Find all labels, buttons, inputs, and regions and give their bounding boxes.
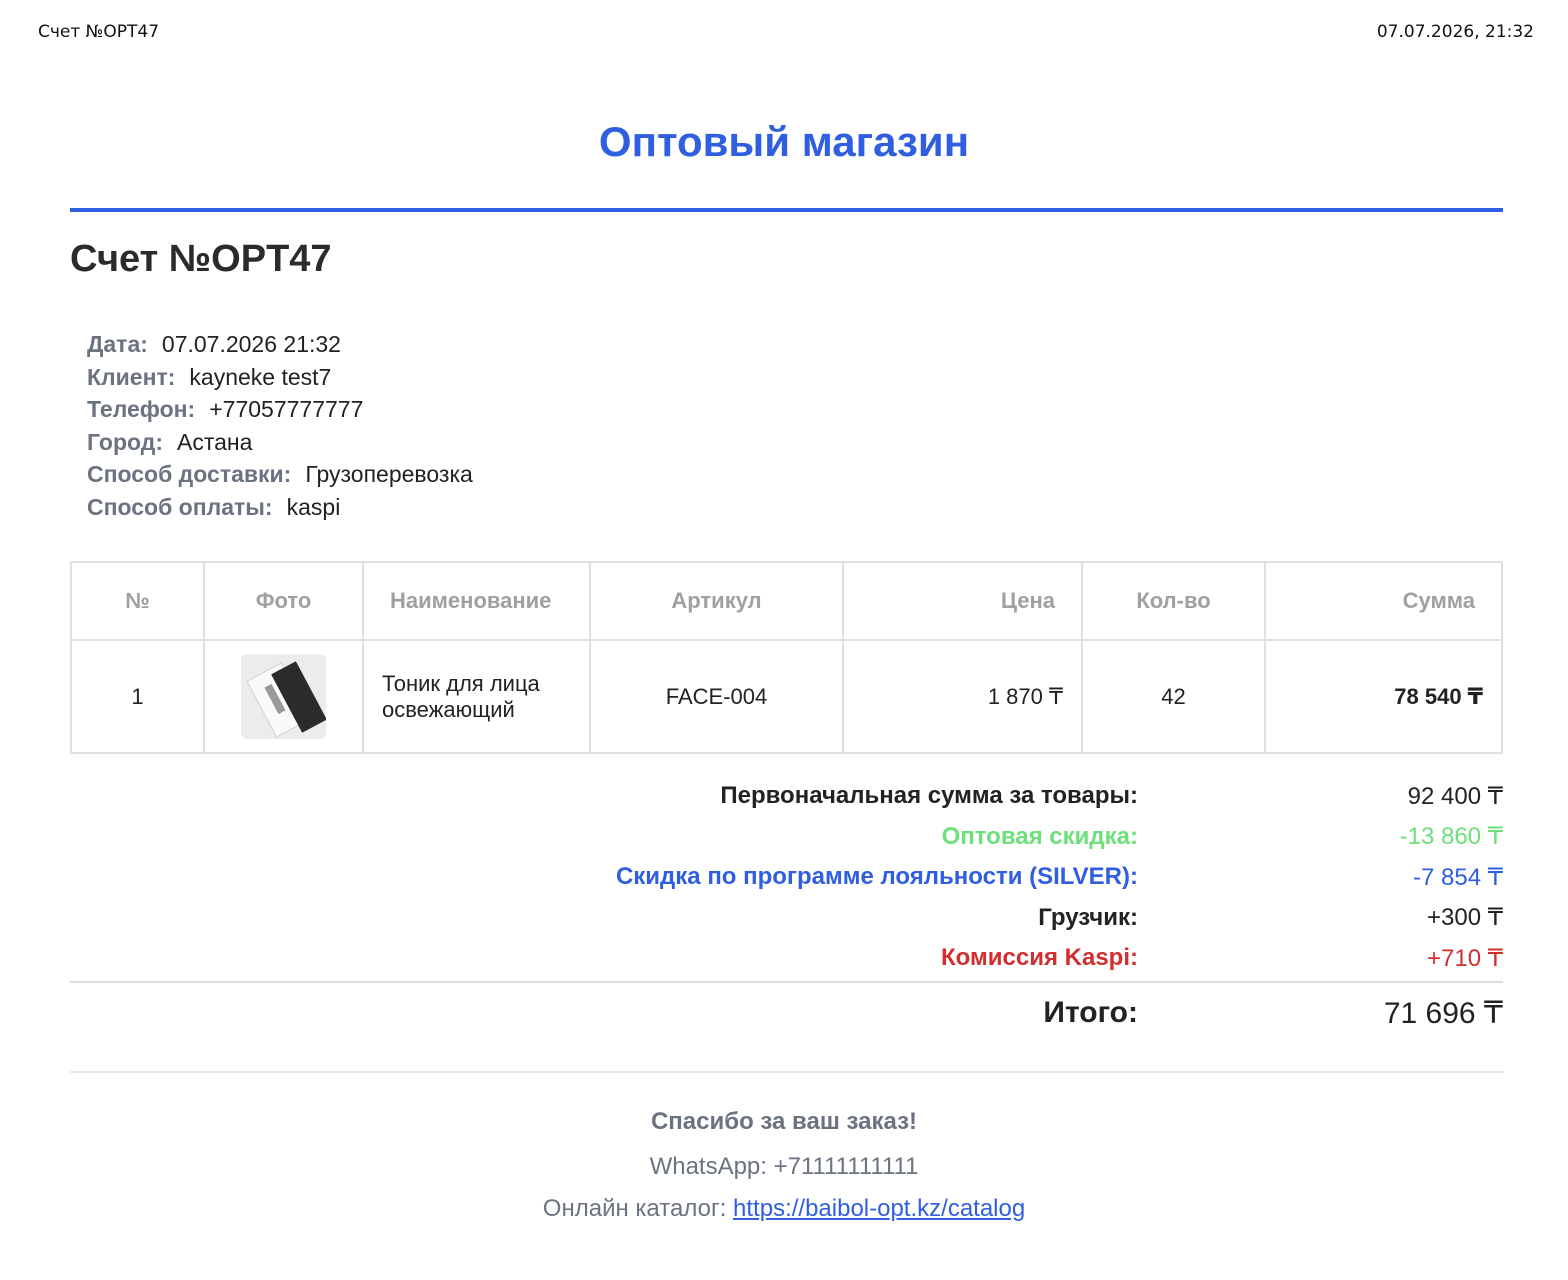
items-table: № Фото Наименование Артикул Цена Кол-во … xyxy=(70,561,1503,754)
total-label: Скидка по программе лояльности (SILVER): xyxy=(615,863,1138,891)
info-row-payment: Способ оплаты: kaspi xyxy=(87,491,473,524)
col-header-qty: Кол-во xyxy=(1081,561,1266,641)
invoice-info: Дата: 07.07.2026 21:32 Клиент: kayneke tes… xyxy=(87,328,473,523)
info-value: kaspi xyxy=(286,493,341,520)
col-header-photo: Фото xyxy=(203,561,364,641)
catalog-line: Онлайн каталог: https://baibol-opt.kz/ca… xyxy=(0,1188,1568,1230)
info-label: Клиент: xyxy=(87,363,176,390)
print-header-title: Счет №OPT47 xyxy=(38,22,160,42)
cell-qty: 42 xyxy=(1081,639,1266,754)
total-kaspi-commission: Комиссия Kaspi: +710 ₸ xyxy=(70,938,1503,979)
total-label: Комиссия Kaspi: xyxy=(941,944,1138,972)
total-value: +710 ₸ xyxy=(1427,944,1503,972)
info-label: Способ доставки: xyxy=(87,461,292,487)
cell-price: 1 870 ₸ xyxy=(842,639,1083,754)
grand-total-label: Итого: xyxy=(1043,996,1138,1029)
invoice-title: Счет №OPT47 xyxy=(70,238,332,280)
cell-num: 1 xyxy=(70,639,205,754)
cell-sum: 78 540 ₸ xyxy=(1264,639,1503,754)
print-header-datetime: 07.07.2026, 21:32 xyxy=(1376,22,1534,42)
total-loader: Грузчик: +300 ₸ xyxy=(70,898,1503,939)
info-row-client: Клиент: kayneke test7 xyxy=(87,361,473,394)
totals-section: Первоначальная сумма за товары: 92 400 ₸… xyxy=(70,776,1503,979)
total-loyalty-discount: Скидка по программе лояльности (SILVER):… xyxy=(70,857,1503,898)
info-row-delivery: Способ доставки: Грузоперевозка xyxy=(87,458,473,491)
info-row-date: Дата: 07.07.2026 21:32 xyxy=(87,328,473,361)
col-header-name: Наименование xyxy=(362,561,591,641)
thanks-message: Спасибо за ваш заказ! xyxy=(650,1108,918,1135)
info-value: kayneke test7 xyxy=(189,363,332,390)
totals-divider xyxy=(70,981,1503,983)
table-header-row: № Фото Наименование Артикул Цена Кол-во … xyxy=(70,561,1503,641)
info-label: Способ оплаты: xyxy=(87,493,273,520)
total-value: -13 860 ₸ xyxy=(1399,823,1503,851)
print-header: Счет №OPT47 07.07.2026, 21:32 xyxy=(38,22,1534,42)
grand-total: Итого: 71 696 ₸ xyxy=(70,992,1503,1034)
info-value: 07.07.2026 21:32 xyxy=(161,331,341,357)
whatsapp-contact: WhatsApp: +71111111111 xyxy=(649,1153,919,1180)
total-value: -7 854 ₸ xyxy=(1413,863,1503,891)
total-label: Грузчик: xyxy=(1038,903,1138,931)
cell-name: Тоник для лица освежающий xyxy=(362,639,591,754)
title-divider xyxy=(70,208,1503,212)
col-header-price: Цена xyxy=(842,561,1083,641)
catalog-label: Онлайн каталог: xyxy=(542,1195,727,1222)
info-value: +77057777777 xyxy=(209,396,364,422)
col-header-sum: Сумма xyxy=(1264,561,1503,641)
info-row-city: Город: Астана xyxy=(87,426,473,459)
table-row: 1 Тоник для лица освежающий FACE-004 1 8… xyxy=(70,639,1503,754)
cell-sku: FACE-004 xyxy=(589,639,844,754)
info-label: Город: xyxy=(87,428,163,455)
cell-photo xyxy=(203,639,364,754)
total-label: Первоначальная сумма за товары: xyxy=(720,782,1138,810)
col-header-sku: Артикул xyxy=(589,561,844,641)
product-photo-icon xyxy=(241,654,326,739)
info-label: Дата: xyxy=(87,331,148,357)
total-label: Оптовая скидка: xyxy=(941,822,1138,850)
grand-total-value: 71 696 ₸ xyxy=(1383,996,1503,1030)
footer-divider xyxy=(70,1071,1503,1073)
total-original: Первоначальная сумма за товары: 92 400 ₸ xyxy=(70,776,1503,817)
col-header-num: № xyxy=(70,561,205,641)
footer: Спасибо за ваш заказ! WhatsApp: +7111111… xyxy=(0,1104,1568,1230)
total-value: 92 400 ₸ xyxy=(1407,782,1503,810)
info-value: Астана xyxy=(177,428,253,455)
total-value: +300 ₸ xyxy=(1427,904,1503,932)
info-label: Телефон: xyxy=(87,396,196,422)
shop-title: Оптовый магазин xyxy=(598,118,970,165)
catalog-link[interactable]: https://baibol-opt.kz/catalog xyxy=(733,1195,1025,1222)
total-wholesale-discount: Оптовая скидка: -13 860 ₸ xyxy=(70,817,1503,858)
info-value: Грузоперевозка xyxy=(305,461,473,487)
info-row-phone: Телефон: +77057777777 xyxy=(87,393,473,426)
